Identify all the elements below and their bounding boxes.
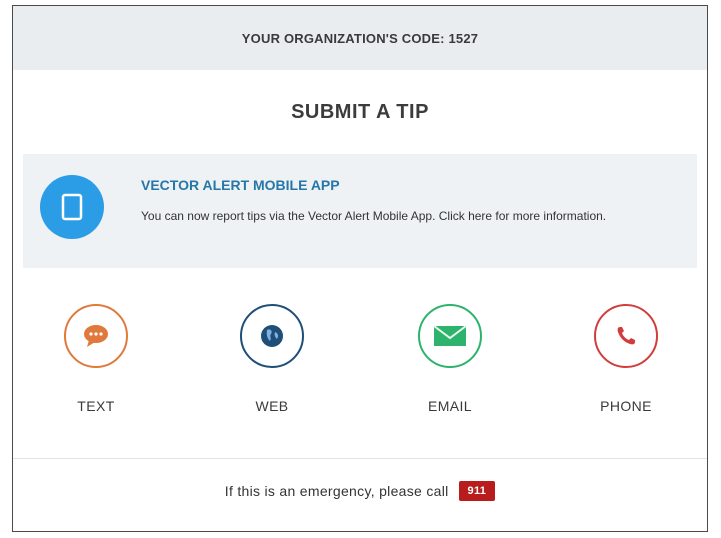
channel-web-label[interactable]: WEB [255,398,288,414]
tip-channels: TEXT WEB EMAIL PHONE [13,304,707,434]
divider [13,458,707,459]
channel-email[interactable]: EMAIL [385,304,515,414]
channel-phone-label[interactable]: PHONE [600,398,652,414]
emergency-text: If this is an emergency, please call [224,483,449,499]
globe-icon[interactable] [240,304,304,368]
mobile-app-description[interactable]: You can now report tips via the Vector A… [141,204,661,228]
channel-text[interactable]: TEXT [31,304,161,414]
org-code-text: YOUR ORGANIZATION'S CODE: 1527 [241,30,479,46]
channel-email-label[interactable]: EMAIL [428,398,472,414]
channel-text-label[interactable]: TEXT [77,398,114,414]
mobile-app-title[interactable]: VECTOR ALERT MOBILE APP [141,177,340,193]
mobile-app-promo[interactable]: VECTOR ALERT MOBILE APP You can now repo… [23,154,697,268]
tablet-icon[interactable] [40,175,104,239]
phone-icon[interactable] [594,304,658,368]
channel-web[interactable]: WEB [207,304,337,414]
chat-bubble-icon[interactable] [64,304,128,368]
channel-phone[interactable]: PHONE [561,304,691,414]
org-code-bar: YOUR ORGANIZATION'S CODE: 1527 [13,6,707,70]
emergency-number-badge[interactable]: 911 [458,481,496,501]
emergency-notice: If this is an emergency, please call 911 [13,481,707,501]
page-title: SUBMIT A TIP [291,100,429,123]
envelope-icon[interactable] [418,304,482,368]
tip-panel: YOUR ORGANIZATION'S CODE: 1527 SUBMIT A … [12,5,708,532]
